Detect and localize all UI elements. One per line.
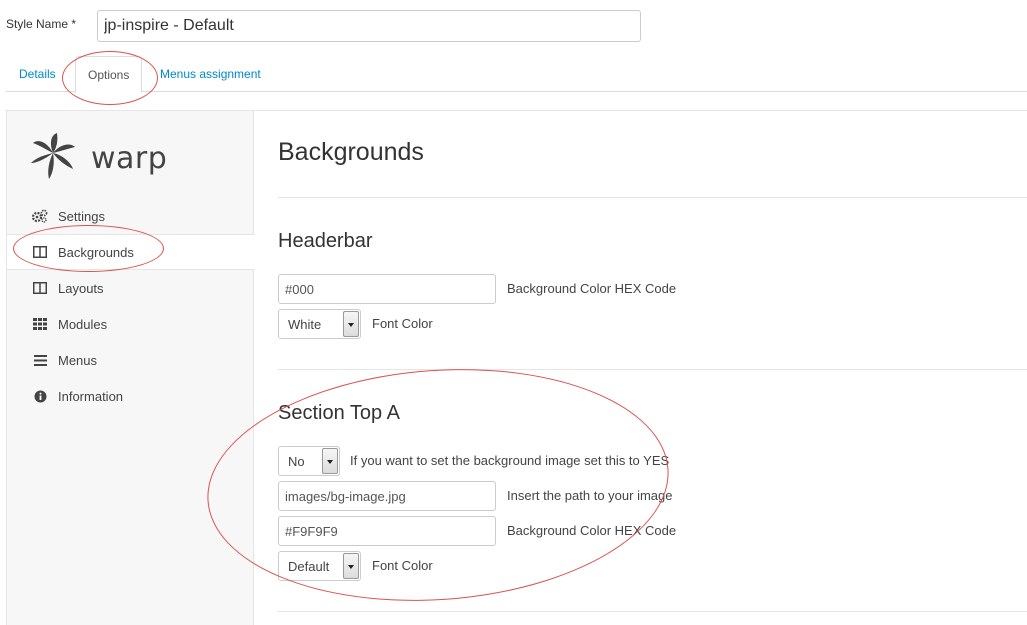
sidebar-item-label: Backgrounds [58, 244, 134, 260]
section-top-a-image-path-label: Insert the path to your image [507, 488, 673, 503]
sidebar-item-layouts[interactable]: Layouts [7, 270, 254, 306]
section-top-a-bg-image-toggle[interactable]: No [278, 446, 340, 476]
section-top-a-font-color-select[interactable]: Default [278, 551, 361, 581]
select-value: Default [288, 558, 330, 574]
sidebar-item-label: Settings [58, 208, 105, 224]
sidebar-item-label: Information [58, 388, 124, 404]
page-title: Backgrounds [278, 138, 424, 166]
divider [278, 611, 1027, 612]
columns-icon [32, 280, 48, 296]
cogs-icon [32, 208, 48, 224]
section-top-a-bg-color-label: Background Color HEX Code [507, 523, 677, 538]
list-icon [32, 352, 48, 368]
section-top-a-font-color-label: Font Color [372, 558, 433, 573]
warp-logo: warp [29, 132, 168, 184]
chevron-down-icon [343, 311, 359, 337]
chevron-down-icon [343, 553, 359, 579]
sidebar-item-backgrounds[interactable]: Backgrounds [7, 234, 255, 270]
headerbar-bg-color-input[interactable] [278, 274, 496, 304]
select-value: White [288, 316, 322, 332]
sidebar-item-menus[interactable]: Menus [7, 342, 254, 378]
sidebar-item-label: Menus [58, 352, 98, 368]
style-name-label: Style Name * [6, 17, 77, 31]
warp-leaf-icon [29, 132, 79, 184]
options-panel: warp Settings Backgrounds Layouts Module… [6, 110, 1027, 625]
sidebar-item-label: Layouts [58, 280, 104, 296]
sidebar-item-information[interactable]: Information [7, 378, 254, 414]
sidebar-item-settings[interactable]: Settings [7, 198, 254, 234]
sidebar-nav: Settings Backgrounds Layouts Modules Men… [7, 198, 255, 414]
tab-bar: Details Options Menus assignment [6, 56, 1027, 93]
warp-logo-text: warp [91, 140, 168, 176]
tab-details[interactable]: Details [7, 56, 68, 92]
section-top-a-bg-image-toggle-label: If you want to set the background image … [350, 453, 670, 468]
headerbar-heading: Headerbar [278, 230, 373, 252]
select-value: No [288, 453, 305, 469]
grid-icon [32, 316, 48, 332]
section-top-a-bg-color-input[interactable] [278, 516, 496, 546]
sidebar: warp Settings Backgrounds Layouts Module… [7, 111, 255, 625]
sidebar-item-modules[interactable]: Modules [7, 306, 254, 342]
style-name-input[interactable] [97, 10, 641, 42]
columns-icon [32, 244, 48, 260]
chevron-down-icon [322, 448, 338, 474]
headerbar-font-color-label: Font Color [372, 316, 433, 331]
sidebar-item-label: Modules [58, 316, 108, 332]
headerbar-font-color-select[interactable]: White [278, 309, 361, 339]
section-top-a-heading: Section Top A [278, 402, 400, 424]
divider [278, 197, 1027, 198]
tab-options[interactable]: Options [75, 56, 143, 93]
divider [278, 369, 1027, 370]
headerbar-bg-color-label: Background Color HEX Code [507, 281, 677, 296]
info-icon [32, 388, 48, 404]
section-top-a-image-path-input[interactable] [278, 481, 496, 511]
tab-menus-assignment[interactable]: Menus assignment [148, 56, 273, 92]
